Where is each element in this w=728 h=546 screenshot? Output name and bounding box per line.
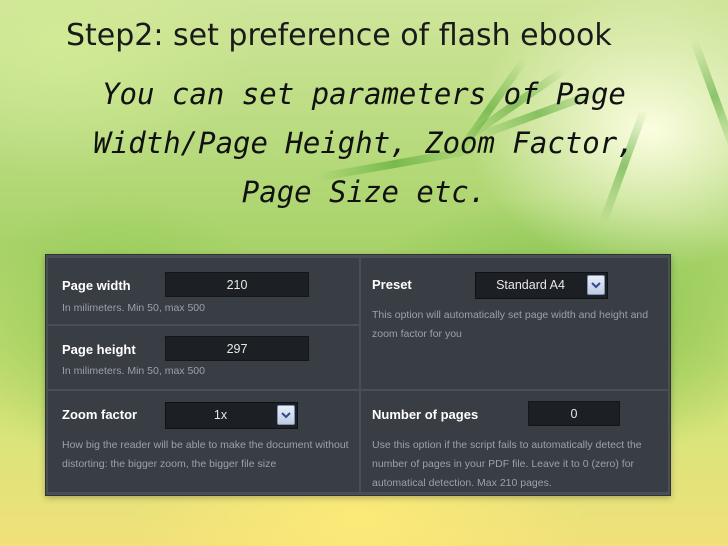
chevron-down-icon[interactable] <box>277 405 295 425</box>
page-width-label: Page width <box>62 278 131 293</box>
preset-selected-value: Standard A4 <box>496 278 565 292</box>
number-of-pages-section: Number of pages 0 Use this option if the… <box>361 391 668 492</box>
page-height-label: Page height <box>62 342 136 357</box>
preset-label: Preset <box>372 277 412 292</box>
settings-panel: Page width 210 In milimeters. Min 50, ma… <box>45 254 671 496</box>
zoom-factor-help: How big the reader will be able to make … <box>62 439 349 470</box>
zoom-factor-section: Zoom factor 1x How big the reader will b… <box>48 391 359 492</box>
zoom-factor-selected-value: 1x <box>213 408 228 422</box>
page-width-help: In milimeters. Min 50, max 500 <box>62 302 205 314</box>
page-width-input[interactable]: 210 <box>165 272 309 297</box>
page-height-section: Page height 297 In milimeters. Min 50, m… <box>48 326 359 389</box>
page-height-help: In milimeters. Min 50, max 500 <box>62 365 205 377</box>
preset-help: This option will automatically set page … <box>372 309 649 340</box>
zoom-factor-label: Zoom factor <box>62 407 138 422</box>
page-width-section: Page width 210 In milimeters. Min 50, ma… <box>48 258 359 324</box>
preset-select[interactable]: Standard A4 <box>475 272 608 299</box>
number-of-pages-help: Use this option if the script fails to a… <box>372 439 642 489</box>
preset-section: Preset Standard A4 This option will auto… <box>361 258 668 389</box>
slide-subtitle: You can set parameters of Page Width/Pag… <box>93 77 635 209</box>
number-of-pages-input[interactable]: 0 <box>528 401 620 426</box>
number-of-pages-label: Number of pages <box>372 407 479 422</box>
slide-title: Step2: set preference of flash ebook <box>66 18 612 53</box>
chevron-down-icon[interactable] <box>587 275 605 295</box>
zoom-factor-select[interactable]: 1x <box>165 402 298 429</box>
page-height-input[interactable]: 297 <box>165 336 309 361</box>
